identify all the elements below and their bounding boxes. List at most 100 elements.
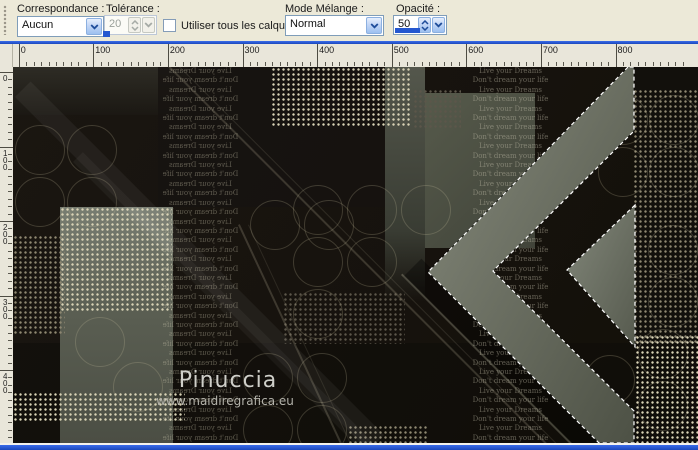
ruler-tick [8, 437, 12, 439]
ruler-tick [384, 62, 386, 66]
opacity-spinner[interactable]: 50 [393, 15, 447, 35]
ruler-tick [8, 131, 12, 133]
ruler-tick [443, 62, 445, 66]
tolerance-mini-slider[interactable] [103, 31, 110, 37]
ruler-tick [525, 62, 527, 66]
ruler-tick [8, 325, 12, 327]
ruler-corner [0, 44, 13, 67]
ruler-tick [652, 62, 654, 66]
chevron-down-icon[interactable] [142, 17, 155, 33]
ruler-tick [8, 116, 12, 118]
ruler-tick [451, 62, 453, 66]
ruler-tick [645, 62, 647, 66]
ruler-tick [436, 62, 438, 66]
ruler-tick [630, 62, 632, 66]
ruler-tick [593, 62, 595, 66]
ruler-tick [8, 340, 12, 342]
ruler-tick [302, 62, 304, 66]
ruler-tick [503, 62, 505, 66]
ruler-tick [78, 62, 80, 66]
ruler-tick [70, 62, 72, 66]
ruler-tick [406, 62, 408, 66]
ruler-tick [8, 206, 12, 208]
ruler-tick [622, 62, 624, 66]
ruler-label: 200 [169, 45, 185, 55]
ruler-tick [533, 62, 535, 66]
ruler-label: 400 [3, 372, 8, 395]
ruler-tick [205, 62, 207, 66]
ruler-tick [324, 62, 326, 66]
ruler-tick [376, 62, 378, 66]
ruler-tick [8, 109, 12, 111]
ruler-label: 800 [617, 45, 633, 55]
ruler-tick [8, 399, 12, 401]
ruler-tick [8, 384, 12, 386]
chevron-down-icon[interactable] [366, 17, 382, 34]
ruler-tick [458, 62, 460, 66]
ruler-tick [294, 62, 296, 66]
opacity-progress-bar [395, 28, 420, 33]
ruler-tick [496, 62, 498, 66]
ruler-tick [8, 153, 12, 155]
ruler-tick [8, 213, 12, 215]
ruler-tick [0, 72, 13, 73]
tolerance-value: 20 [109, 18, 122, 30]
toolbar-grip-handle[interactable] [3, 5, 8, 35]
ruler-tick [108, 62, 110, 66]
correspondance-select[interactable]: Aucun [17, 16, 104, 37]
canvas[interactable]: Live your Dreams Don't dream your life Liv… [13, 67, 698, 443]
ruler-tick [8, 228, 12, 230]
blend-mode-value: Normal [290, 18, 326, 30]
ruler-tick [682, 62, 684, 66]
ruler-tick [540, 44, 542, 67]
ruler-tick [8, 392, 12, 394]
ruler-tick [8, 265, 12, 267]
ruler-tick [414, 62, 416, 66]
ruler-tick [212, 62, 214, 66]
ruler-tick [578, 62, 580, 66]
ruler-tick [8, 258, 12, 260]
ruler-tick [8, 79, 12, 81]
ruler-tick [8, 407, 12, 409]
ruler-tick [8, 183, 12, 185]
use-all-layers-checkbox[interactable] [163, 19, 176, 32]
tolerance-spinner[interactable]: 20 [103, 15, 157, 37]
ruler-tick [8, 139, 12, 141]
ruler-tick [399, 62, 401, 66]
ruler-tick [369, 62, 371, 66]
ruler-label: 100 [3, 148, 8, 172]
ruler-tick [8, 288, 12, 290]
ruler-label: 0 [20, 45, 26, 55]
ruler-tick [346, 62, 348, 66]
ruler-tick [466, 44, 468, 67]
ruler-tick [8, 377, 12, 379]
ruler-tick [220, 62, 222, 66]
ruler-label: 400 [319, 45, 335, 55]
ruler-tick [41, 62, 43, 66]
tolerance-label: Tolérance : [106, 3, 160, 15]
chevron-down-icon[interactable] [432, 17, 445, 33]
ruler-tick [8, 332, 12, 334]
ruler-label: 300 [244, 45, 260, 55]
ruler-label: 200 [3, 223, 8, 246]
ruler-tick [0, 370, 13, 371]
spin-up-down-icon[interactable] [128, 17, 141, 33]
ruler-label: 300 [3, 297, 8, 321]
chevron-down-icon[interactable] [86, 18, 102, 35]
ruler-tick [361, 62, 363, 66]
ruler-tick [563, 62, 565, 66]
ruler-tick [660, 62, 662, 66]
ruler-tick [0, 295, 13, 297]
ruler-tick [473, 62, 475, 66]
tool-options-bar: Correspondance : Aucun Tolérance : 20 Ut… [0, 0, 698, 41]
ruler-tick [167, 44, 169, 67]
ruler-tick [227, 62, 229, 66]
ruler-tick [354, 62, 356, 66]
ruler-tick [85, 62, 87, 66]
ruler-tick [48, 62, 50, 66]
ruler-tick [93, 44, 95, 67]
blend-mode-select[interactable]: Normal [285, 15, 384, 36]
ruler-tick [8, 273, 12, 275]
ruler-tick [279, 62, 281, 66]
ruler-tick [264, 62, 266, 66]
